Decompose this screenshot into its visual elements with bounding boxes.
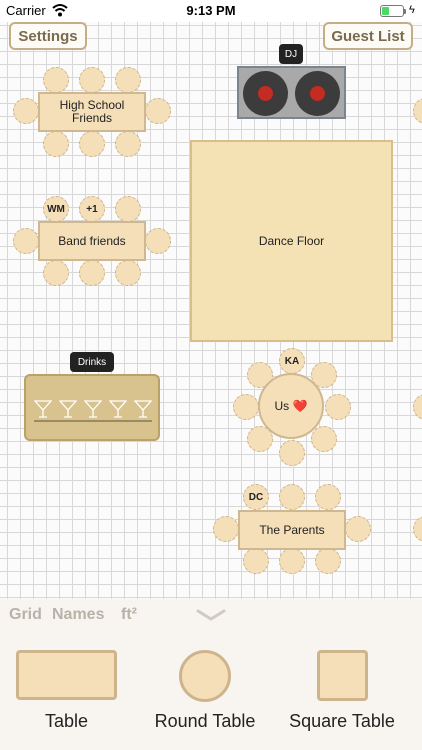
table-label: Us ❤️ [258,373,324,439]
seat[interactable] [79,260,105,286]
seat[interactable] [413,394,422,420]
seat[interactable] [145,98,171,124]
table-label: High School Friends [38,92,146,132]
seat-guest[interactable]: DC [243,484,269,510]
dance-floor-label: Dance Floor [258,234,325,248]
turntable-icon [295,71,340,116]
seat-guest[interactable]: WM [43,196,69,222]
bottom-panel: Grid Names ft² Table Round Table Square … [0,599,422,750]
palette-square-table[interactable] [317,650,368,701]
seat[interactable] [233,394,259,420]
seat[interactable] [315,484,341,510]
chevron-down-icon[interactable] [196,609,226,621]
seat[interactable] [213,516,239,542]
palette-round-table-label[interactable]: Round Table [140,711,270,732]
palette-table-label[interactable]: Table [16,711,117,732]
seat[interactable] [345,516,371,542]
seat[interactable] [43,260,69,286]
seat[interactable] [13,228,39,254]
seat[interactable] [115,131,141,157]
turntable-icon [243,71,288,116]
seat[interactable] [311,426,337,452]
palette-round-table[interactable] [179,650,231,702]
seat[interactable] [145,228,171,254]
seat[interactable] [43,67,69,93]
seat[interactable] [325,394,351,420]
seat[interactable] [115,67,141,93]
charging-icon: ϟ [409,4,415,16]
seat[interactable] [115,260,141,286]
battery-cap [404,9,406,14]
martini-glass-icon [34,400,52,418]
dj-booth[interactable] [237,66,346,119]
martini-glass-icon [84,400,102,418]
seat[interactable] [79,131,105,157]
clock: 9:13 PM [186,3,236,18]
guest-list-button[interactable]: Guest List [323,22,413,50]
area-toggle[interactable]: ft² [121,606,137,624]
table-label: The Parents [238,510,346,550]
seat[interactable] [79,67,105,93]
seat-guest[interactable]: KA [279,348,305,374]
table-label: Band friends [38,221,146,261]
seat[interactable] [279,548,305,574]
dj-tag: DJ [279,44,303,64]
seat[interactable] [13,98,39,124]
seat[interactable] [243,548,269,574]
palette-rect-table[interactable] [16,650,117,700]
names-toggle[interactable]: Names [52,606,104,624]
bar-counter-line [34,420,152,422]
settings-button[interactable]: Settings [9,22,87,50]
drinks-tag: Drinks [70,352,114,372]
seat[interactable] [413,516,422,542]
seat[interactable] [279,484,305,510]
floor-plan-canvas[interactable]: Settings Guest List DJ High School Frien… [0,22,422,599]
seat[interactable] [43,131,69,157]
seat-guest[interactable]: +1 [79,196,105,222]
seat[interactable] [279,440,305,466]
martini-glass-icon [59,400,77,418]
dance-floor[interactable]: Dance Floor [190,140,393,342]
martini-glass-icon [109,400,127,418]
drinks-bar[interactable] [24,374,160,441]
martini-glass-icon [134,400,152,418]
palette-square-table-label[interactable]: Square Table [276,711,408,732]
seat[interactable] [413,98,422,124]
battery-icon [380,5,404,17]
grid-toggle[interactable]: Grid [9,606,42,624]
seat[interactable] [115,196,141,222]
status-bar: Carrier 9:13 PM ϟ [0,0,422,22]
seat[interactable] [315,548,341,574]
